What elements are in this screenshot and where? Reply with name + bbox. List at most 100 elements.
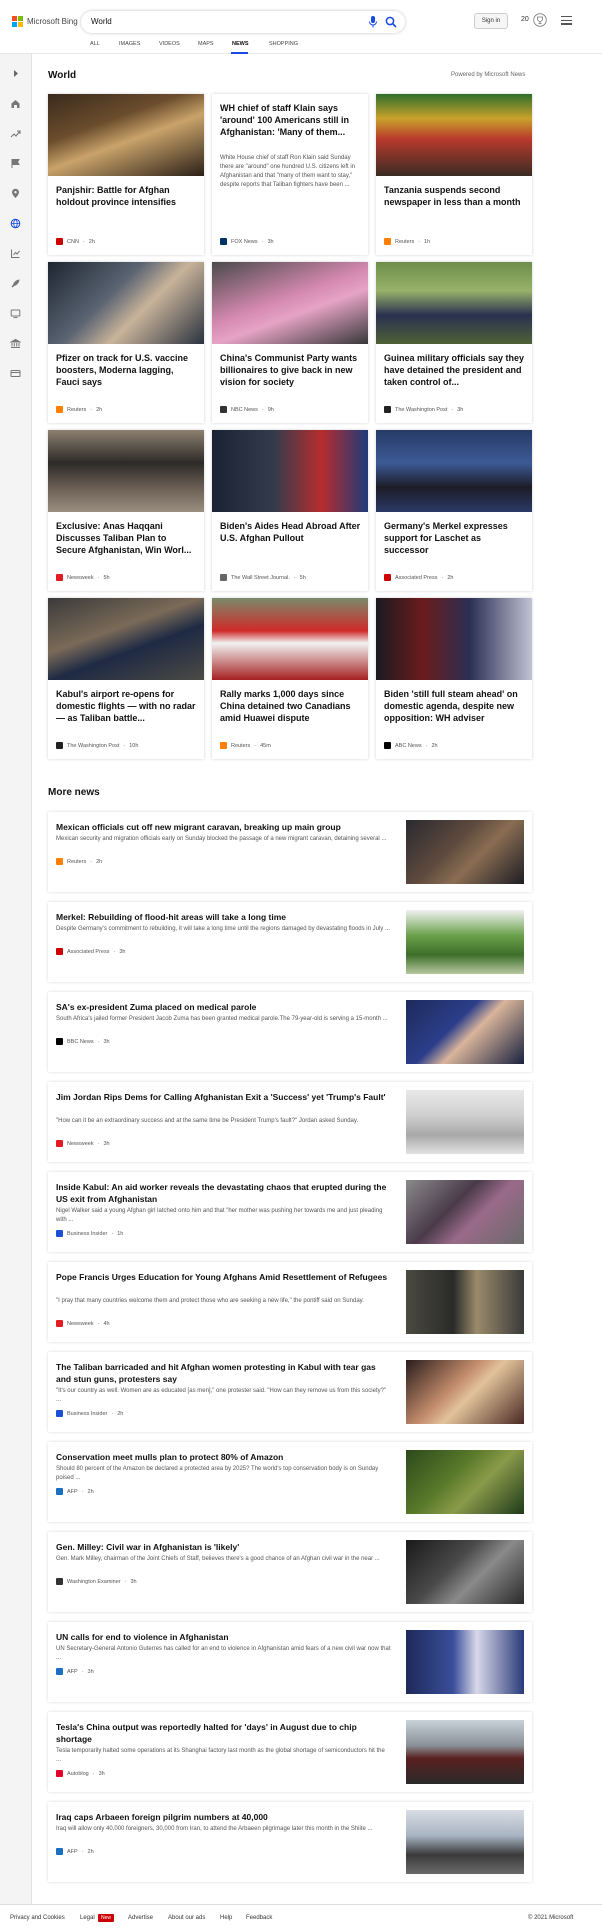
- more-news-source[interactable]: AFP · 2h: [56, 1848, 94, 1855]
- tab-shopping[interactable]: SHOPPING: [269, 41, 298, 47]
- news-card-image[interactable]: [376, 262, 532, 344]
- news-card[interactable]: China's Communist Party wants billionair…: [212, 262, 368, 423]
- news-card-source[interactable]: Newsweek · 5h: [56, 574, 110, 581]
- powered-by-label[interactable]: Powered by Microsoft News: [451, 72, 525, 78]
- more-news-item[interactable]: Gen. Milley: Civil war in Afghanistan is…: [48, 1532, 532, 1612]
- news-card[interactable]: Kabul's airport re-opens for domestic fl…: [48, 598, 204, 759]
- more-news-source[interactable]: Reuters · 2h: [56, 858, 102, 865]
- tab-all[interactable]: ALL: [90, 41, 100, 47]
- news-card-source[interactable]: Associated Press · 2h: [384, 574, 453, 581]
- footer-link-feedback[interactable]: Feedback: [246, 1915, 272, 1921]
- more-news-title[interactable]: UN calls for end to violence in Afghanis…: [56, 1631, 391, 1643]
- more-news-source[interactable]: Newsweek · 4h: [56, 1320, 110, 1327]
- location-pin-icon[interactable]: [10, 188, 21, 199]
- news-card-title[interactable]: Biden 'still full steam ahead' on domest…: [384, 688, 526, 724]
- news-card-source[interactable]: Reuters · 45m: [220, 742, 271, 749]
- more-news-thumbnail[interactable]: [406, 1540, 524, 1604]
- more-news-item[interactable]: Conservation meet mulls plan to protect …: [48, 1442, 532, 1522]
- news-card-image[interactable]: [48, 598, 204, 680]
- more-news-item[interactable]: Mexican officials cut off new migrant ca…: [48, 812, 532, 892]
- news-card-title[interactable]: Germany's Merkel expresses support for L…: [384, 520, 526, 556]
- footer-link-legal[interactable]: Legal: [80, 1915, 95, 1921]
- more-news-item[interactable]: UN calls for end to violence in Afghanis…: [48, 1622, 532, 1702]
- more-news-title[interactable]: The Taliban barricaded and hit Afghan wo…: [56, 1361, 391, 1385]
- more-news-title[interactable]: Conservation meet mulls plan to protect …: [56, 1451, 391, 1463]
- news-card-image[interactable]: [212, 598, 368, 680]
- more-news-item[interactable]: Tesla's China output was reportedly halt…: [48, 1712, 532, 1792]
- news-card[interactable]: Panjshir: Battle for Afghan holdout prov…: [48, 94, 204, 255]
- more-news-source[interactable]: Washington Examiner · 3h: [56, 1578, 137, 1585]
- news-card-image[interactable]: [212, 262, 368, 344]
- news-card-title[interactable]: Kabul's airport re-opens for domestic fl…: [56, 688, 198, 724]
- news-card[interactable]: Germany's Merkel expresses support for L…: [376, 430, 532, 591]
- more-news-source[interactable]: BBC News · 3h: [56, 1038, 110, 1045]
- news-card-image[interactable]: [376, 598, 532, 680]
- bank-icon[interactable]: [10, 338, 21, 349]
- expand-icon[interactable]: [10, 68, 21, 79]
- more-news-title[interactable]: Merkel: Rebuilding of flood-hit areas wi…: [56, 911, 391, 923]
- more-news-thumbnail[interactable]: [406, 910, 524, 974]
- more-news-title[interactable]: SA's ex-president Zuma placed on medical…: [56, 1001, 391, 1013]
- news-card-image[interactable]: [376, 430, 532, 512]
- news-card-source[interactable]: NBC News · 9h: [220, 406, 274, 413]
- more-news-title[interactable]: Iraq caps Arbaeen foreign pilgrim number…: [56, 1811, 391, 1823]
- more-news-title[interactable]: Inside Kabul: An aid worker reveals the …: [56, 1181, 391, 1205]
- news-card-title[interactable]: Exclusive: Anas Haqqani Discusses Taliba…: [56, 520, 198, 556]
- tab-news[interactable]: NEWS: [232, 41, 249, 47]
- more-news-source[interactable]: Business Insider · 2h: [56, 1410, 123, 1417]
- globe-icon[interactable]: [10, 218, 21, 229]
- more-news-title[interactable]: Jim Jordan Rips Dems for Calling Afghani…: [56, 1091, 391, 1103]
- rocket-icon[interactable]: [10, 278, 21, 289]
- search-box[interactable]: World: [81, 11, 405, 33]
- sign-in-button[interactable]: Sign in: [474, 13, 508, 29]
- news-card-source[interactable]: CNN · 2h: [56, 238, 95, 245]
- news-card-source[interactable]: ABC News · 2h: [384, 742, 438, 749]
- more-news-source[interactable]: AFP · 2h: [56, 1488, 94, 1495]
- more-news-thumbnail[interactable]: [406, 1810, 524, 1874]
- more-news-item[interactable]: Pope Francis Urges Education for Young A…: [48, 1262, 532, 1342]
- news-card-title[interactable]: WH chief of staff Klain says 'around' 10…: [220, 102, 362, 138]
- tab-images[interactable]: IMAGES: [119, 41, 140, 47]
- news-card-image[interactable]: [48, 430, 204, 512]
- more-news-item[interactable]: Inside Kabul: An aid worker reveals the …: [48, 1172, 532, 1252]
- news-card[interactable]: Pfizer on track for U.S. vaccine booster…: [48, 262, 204, 423]
- more-news-thumbnail[interactable]: [406, 1270, 524, 1334]
- more-news-item[interactable]: Merkel: Rebuilding of flood-hit areas wi…: [48, 902, 532, 982]
- news-card-source[interactable]: The Washington Post · 3h: [384, 406, 463, 413]
- more-news-source[interactable]: Autoblog · 3h: [56, 1770, 105, 1777]
- footer-link-advertise[interactable]: Advertise: [128, 1915, 153, 1921]
- more-news-title[interactable]: Gen. Milley: Civil war in Afghanistan is…: [56, 1541, 391, 1553]
- news-card-source[interactable]: The Wall Street Journal. · 5h: [220, 574, 306, 581]
- news-card[interactable]: Guinea military officials say they have …: [376, 262, 532, 423]
- tab-maps[interactable]: MAPS: [198, 41, 214, 47]
- footer-link-about-ads[interactable]: About our ads: [168, 1915, 205, 1921]
- news-card-title[interactable]: Panjshir: Battle for Afghan holdout prov…: [56, 184, 198, 208]
- more-news-thumbnail[interactable]: [406, 1360, 524, 1424]
- news-card-image[interactable]: [48, 94, 204, 176]
- news-card-title[interactable]: Pfizer on track for U.S. vaccine booster…: [56, 352, 198, 388]
- trending-icon[interactable]: [10, 128, 21, 139]
- more-news-title[interactable]: Tesla's China output was reportedly halt…: [56, 1721, 391, 1745]
- news-card-title[interactable]: Biden's Aides Head Abroad After U.S. Afg…: [220, 520, 362, 544]
- news-card[interactable]: Rally marks 1,000 days since China detai…: [212, 598, 368, 759]
- search-input[interactable]: World: [91, 17, 112, 26]
- more-news-title[interactable]: Mexican officials cut off new migrant ca…: [56, 821, 391, 833]
- news-card[interactable]: Biden 'still full steam ahead' on domest…: [376, 598, 532, 759]
- more-news-source[interactable]: Newsweek · 3h: [56, 1140, 110, 1147]
- news-card[interactable]: Biden's Aides Head Abroad After U.S. Afg…: [212, 430, 368, 591]
- footer-link-privacy[interactable]: Privacy and Cookies: [10, 1915, 65, 1921]
- news-card-title[interactable]: China's Communist Party wants billionair…: [220, 352, 362, 388]
- news-card-title[interactable]: Tanzania suspends second newspaper in le…: [384, 184, 526, 208]
- news-card-source[interactable]: FOX News · 3h: [220, 238, 274, 245]
- more-news-thumbnail[interactable]: [406, 1630, 524, 1694]
- news-card-title[interactable]: Rally marks 1,000 days since China detai…: [220, 688, 362, 724]
- home-icon[interactable]: [10, 98, 21, 109]
- news-card-image[interactable]: [212, 430, 368, 512]
- footer-link-help[interactable]: Help: [220, 1915, 232, 1921]
- rewards-trophy-icon[interactable]: [533, 13, 547, 27]
- more-news-item[interactable]: Iraq caps Arbaeen foreign pilgrim number…: [48, 1802, 532, 1882]
- menu-icon[interactable]: [561, 16, 572, 25]
- tab-videos[interactable]: VIDEOS: [159, 41, 180, 47]
- more-news-thumbnail[interactable]: [406, 1450, 524, 1514]
- news-card[interactable]: WH chief of staff Klain says 'around' 10…: [212, 94, 368, 255]
